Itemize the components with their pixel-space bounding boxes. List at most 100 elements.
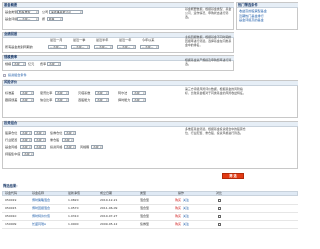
fund-nav: 1.0310 xyxy=(68,214,79,218)
follow-link[interactable]: 关注 xyxy=(183,198,189,203)
port-select[interactable]: 不限 xyxy=(64,145,76,150)
portfolio-tip: 多维度基金筛选，根据基金投资组合中的股票仓位、行业配置、重仓股、投资风格进行筛选… xyxy=(185,127,246,135)
performance-tip: 业绩回报数据，根据基金不同时期的回报率进行筛选，选择基金在同类基金中的排名。 xyxy=(185,35,232,47)
buy-link[interactable]: 购买 xyxy=(175,206,181,211)
fund-nav: 1.0000 xyxy=(68,222,79,226)
col-header: 成立日期 xyxy=(100,191,113,195)
fund-code: 050019 xyxy=(5,198,17,202)
perf-col-ytd: 今年以来 xyxy=(142,38,155,42)
rating-agency-select[interactable]: 晨星 xyxy=(47,16,63,21)
port-select[interactable]: 不限 xyxy=(91,145,103,150)
compare-checkbox[interactable] xyxy=(218,207,221,210)
fund-date: 2011-06-09 xyxy=(100,206,118,210)
risk-select[interactable]: 不限 xyxy=(95,98,109,103)
risk-select[interactable]: 不限 xyxy=(55,98,69,103)
risk-tip: 第三方评级风险评价数据，根据基金的风险指标，比较基金相对于同类基金的风险收益特征… xyxy=(185,87,246,95)
results-header-row xyxy=(2,191,298,196)
perf-col-6m: 最近半年 xyxy=(96,38,109,42)
col-header: 对比 xyxy=(216,191,223,195)
perf-3m-select[interactable]: —不限— xyxy=(71,44,90,49)
port-select[interactable]: 不限 xyxy=(34,138,46,143)
col-header: 类型 xyxy=(140,191,147,195)
perf-1m-select[interactable]: —不限— xyxy=(48,44,67,49)
risk-title: 风险评价 xyxy=(4,80,18,84)
port-select[interactable]: 不限 xyxy=(34,131,46,136)
performance-title: 业绩回报 xyxy=(4,32,18,36)
size-unit: 亿元 xyxy=(28,62,35,66)
follow-link[interactable]: 关注 xyxy=(183,222,189,227)
compare-checkbox[interactable] xyxy=(218,199,221,202)
fund-code: 050015 xyxy=(5,206,17,210)
port-select[interactable]: 不限 xyxy=(64,131,76,136)
fund-nav: 1.0570 xyxy=(68,206,79,210)
follow-link[interactable]: 关注 xyxy=(183,214,189,219)
expand-icon[interactable] xyxy=(3,74,7,78)
fund-date: 2010-07-27 xyxy=(100,214,118,218)
buy-link[interactable]: 购买 xyxy=(175,222,181,227)
risk-label: 跟踪误差 xyxy=(5,98,18,102)
fund-date: 2009-05-12 xyxy=(100,222,118,226)
buy-link[interactable]: 购买 xyxy=(175,214,181,219)
perf-1y-select[interactable]: —不限— xyxy=(117,44,136,49)
risk-label: 夏普比率 xyxy=(40,91,53,95)
hot-filter-link[interactable]: 基金评级高的基金 xyxy=(239,18,264,23)
fee-select[interactable]: 不限 xyxy=(47,62,61,67)
port-select[interactable]: 不限 xyxy=(20,138,32,143)
port-label: 基金风格 xyxy=(5,145,18,149)
risk-label: 阿尔法 xyxy=(118,91,128,95)
buy-link[interactable]: 购买 xyxy=(175,198,181,203)
col-header: 基金名称 xyxy=(32,191,45,195)
port-label: 债券仓位 xyxy=(50,131,63,135)
fund-code: 050010 xyxy=(5,214,17,218)
filter-button[interactable]: 筛 选 xyxy=(222,173,244,179)
size-select[interactable]: 不限 xyxy=(12,62,26,67)
rating-label: 基金评级 xyxy=(5,16,18,21)
risk-select[interactable]: 不限 xyxy=(55,91,69,96)
fund-type: 混合型 xyxy=(140,214,150,218)
port-label: 股票仓位 xyxy=(5,131,18,135)
rating-select[interactable]: —不限— xyxy=(17,16,39,21)
port-select[interactable]: 不限 xyxy=(22,152,34,157)
col-header: 操作 xyxy=(178,191,185,195)
fund-type-label: 基金类型 xyxy=(5,10,18,14)
risk-select[interactable]: 不限 xyxy=(132,91,146,96)
risk-label: 信息比率 xyxy=(40,98,53,102)
risk-label: 选股能力 xyxy=(78,98,91,102)
risk-select[interactable]: 不限 xyxy=(132,98,146,103)
fund-name-link[interactable]: 博时策略混合 xyxy=(32,198,50,203)
compare-checkbox[interactable] xyxy=(218,215,221,218)
port-select[interactable]: 不限 xyxy=(34,145,46,150)
fund-name-link[interactable]: 博时特许价值 xyxy=(32,214,50,219)
fund-type-select[interactable]: 所有类型 xyxy=(17,10,39,15)
col-header: 最新净值 xyxy=(68,191,81,195)
basic-title: 基金概要 xyxy=(4,3,18,7)
fund-name-link[interactable]: 博时回报混合 xyxy=(32,206,50,211)
compare-checkbox[interactable] xyxy=(218,223,221,226)
perf-6m-select[interactable]: —不限— xyxy=(94,44,113,49)
scale-tip: 根据基金资产规模及申购费率进行筛选。 xyxy=(185,58,232,66)
company-label: 公司 xyxy=(42,10,49,14)
perf-row-label: 所有基金类别同期的 xyxy=(5,44,33,49)
port-label: 投资风格 xyxy=(50,145,63,149)
fee-label: 费率 xyxy=(40,62,47,66)
company-select[interactable]: 请选择基金公司 xyxy=(49,10,83,15)
risk-select[interactable]: 不限 xyxy=(20,98,34,103)
risk-label: 标准差 xyxy=(5,91,15,95)
port-label: 重仓股 xyxy=(50,138,60,142)
fund-name-link[interactable]: 长盛同瑞A xyxy=(32,222,46,227)
port-select[interactable]: 不限 xyxy=(20,145,32,150)
port-select[interactable]: 不限 xyxy=(62,138,74,143)
risk-label: 贝塔系数 xyxy=(78,91,91,95)
risk-select[interactable]: 不限 xyxy=(20,91,34,96)
follow-link[interactable]: 关注 xyxy=(183,206,189,211)
advanced-toggle[interactable]: 投资组合条件 xyxy=(8,73,27,78)
hot-filters-title: 热门筛选条件 xyxy=(238,3,258,7)
fund-date: 2010-12-21 xyxy=(100,198,118,202)
risk-select[interactable]: 不限 xyxy=(95,91,109,96)
rating-by-label: 按 xyxy=(42,16,46,21)
port-select[interactable]: 不限 xyxy=(20,131,32,136)
perf-ytd-select[interactable]: —不限— xyxy=(140,44,159,49)
risk-label: 择时能力 xyxy=(118,98,131,102)
perf-col-3m: 最近一季 xyxy=(73,38,86,42)
portfolio-panel xyxy=(2,121,298,169)
